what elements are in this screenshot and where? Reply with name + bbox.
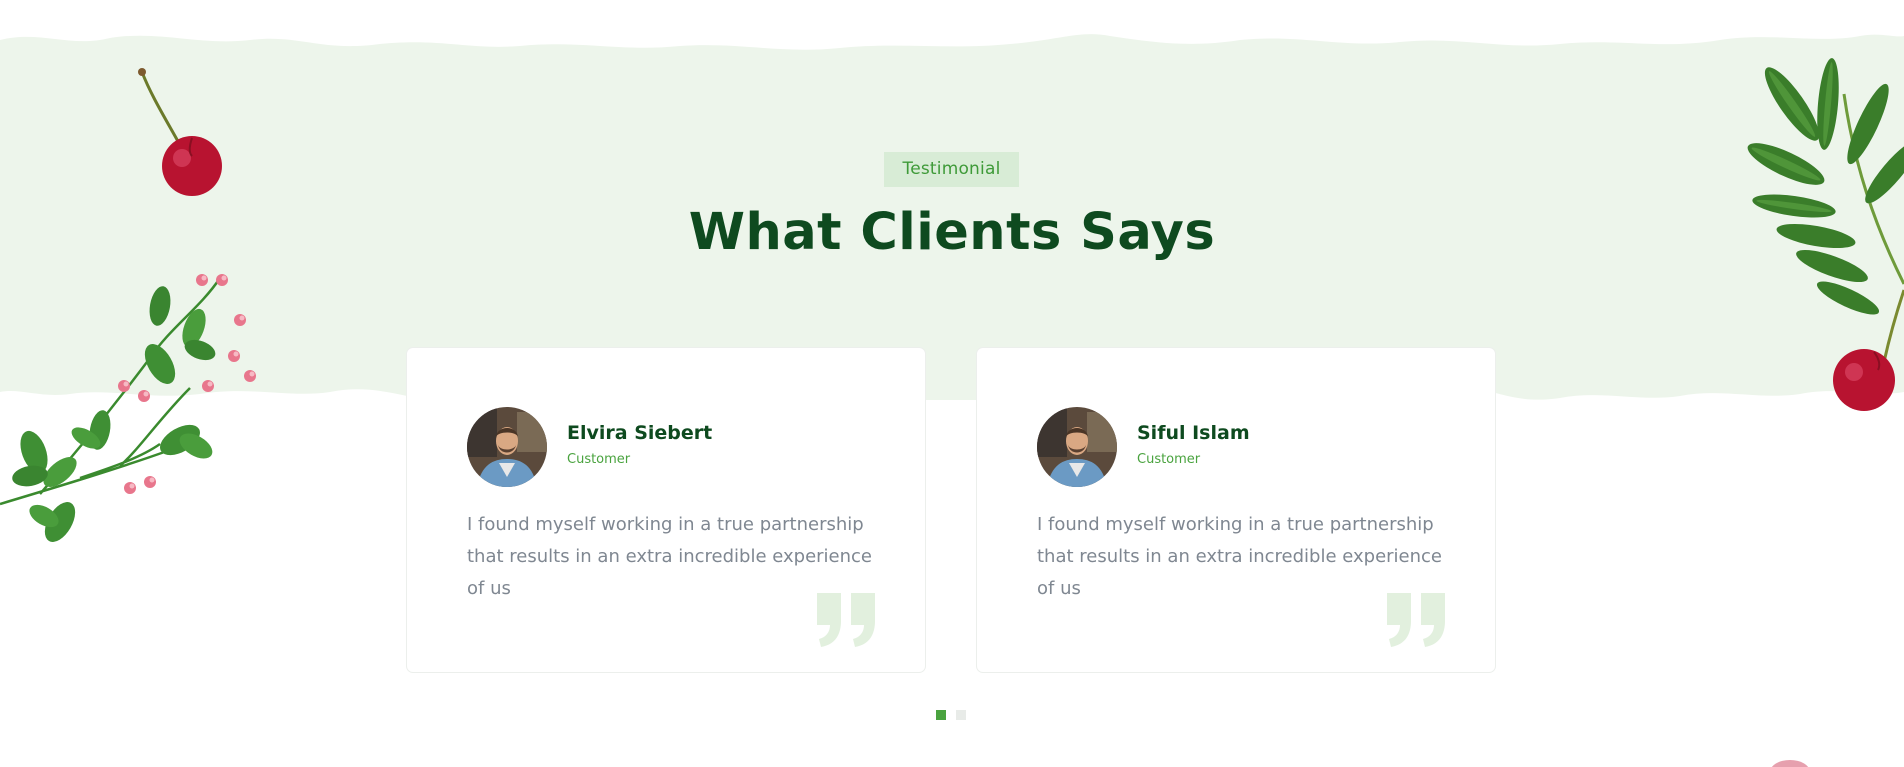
avatar: [467, 407, 547, 487]
quote-icon: [817, 593, 875, 647]
testimonial-text: I found myself working in a true partner…: [467, 514, 873, 599]
quote-icon: [1387, 593, 1445, 647]
author-role: Customer: [567, 452, 631, 467]
testimonial-card: Siful Islam Customer I found myself work…: [976, 347, 1496, 673]
avatar-icon: [1037, 407, 1117, 487]
author-role: Customer: [1137, 452, 1201, 467]
pagination-dot-1[interactable]: [936, 710, 946, 720]
pagination-dot-2[interactable]: [956, 710, 966, 720]
testimonial-text: I found myself working in a true partner…: [1037, 514, 1443, 599]
section-badge: Testimonial: [884, 152, 1019, 187]
avatar-icon: [467, 407, 547, 487]
testimonial-section: Testimonial What Clients Says Elvira Sie…: [0, 0, 1904, 767]
avatar: [1037, 407, 1117, 487]
section-title: What Clients Says: [688, 203, 1216, 262]
background-band: [0, 34, 1904, 400]
testimonial-card: Elvira Siebert Customer I found myself w…: [406, 347, 926, 673]
author-name: Siful Islam: [1137, 422, 1250, 444]
author-name: Elvira Siebert: [567, 422, 713, 444]
